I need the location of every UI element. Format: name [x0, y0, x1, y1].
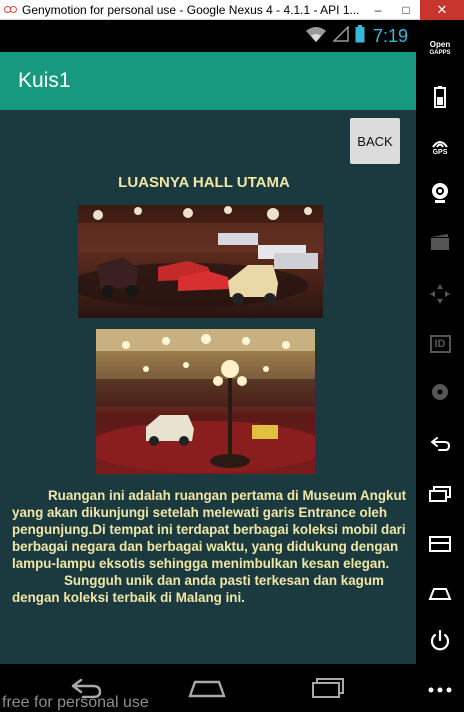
genymotion-logo-icon	[4, 5, 18, 15]
genymotion-toolbar: Open GAPPS GPS ID	[416, 20, 464, 712]
watermark-text: free for personal use	[2, 694, 149, 711]
opengapps-button[interactable]: Open GAPPS	[416, 38, 464, 60]
description-part-2: Sungguh unik dan anda pasti terkesan dan…	[12, 573, 384, 605]
status-bar: 7:19	[0, 20, 416, 52]
screencast-widget-icon[interactable]	[416, 230, 464, 254]
content-area: BACK LUASNYA HALL UTAMA Ruangan ini adal…	[0, 110, 416, 664]
museum-car-hall-photo-2	[96, 329, 315, 474]
nav-recents-icon[interactable]	[309, 674, 349, 702]
id-widget-icon[interactable]: ID	[416, 332, 464, 356]
genymotion-window: Genymotion for personal use - Google Nex…	[0, 0, 464, 712]
back-button[interactable]: BACK	[350, 118, 400, 164]
signal-icon	[332, 24, 349, 47]
more-options-icon[interactable]	[416, 680, 464, 700]
opengapps-sublabel: GAPPS	[429, 50, 451, 56]
page-heading: LUASNYA HALL UTAMA	[0, 174, 416, 191]
back-key-icon[interactable]	[416, 432, 464, 456]
power-key-icon[interactable]	[416, 628, 464, 654]
window-title: Genymotion for personal use - Google Nex…	[22, 2, 360, 17]
gps-label: GPS	[432, 149, 448, 156]
battery-widget-icon[interactable]	[416, 84, 464, 110]
opengapps-label: Open	[429, 40, 451, 49]
window-titlebar: Genymotion for personal use - Google Nex…	[0, 0, 464, 20]
recents-key-icon[interactable]	[416, 482, 464, 506]
close-button[interactable]: ✕	[420, 0, 464, 20]
minimize-button[interactable]: –	[364, 0, 392, 20]
menu-key-icon[interactable]	[416, 532, 464, 556]
action-bar: Kuis1	[0, 52, 416, 110]
museum-car-hall-photo-1	[78, 205, 323, 318]
status-time: 7:19	[372, 25, 408, 46]
home-key-icon[interactable]	[416, 582, 464, 606]
app-title: Kuis1	[18, 69, 71, 92]
webcam-widget-icon[interactable]	[416, 180, 464, 206]
maximize-button[interactable]: □	[392, 0, 420, 20]
gps-widget-icon[interactable]: GPS	[416, 134, 464, 160]
page-heading-text: LUASNYA HALL UTAMA	[118, 174, 290, 191]
disk-widget-icon[interactable]	[416, 380, 464, 404]
nav-home-icon[interactable]	[187, 674, 227, 702]
dpad-widget-icon[interactable]	[416, 282, 464, 306]
description-text: Ruangan ini adalah ruangan pertama di Mu…	[12, 487, 416, 606]
battery-icon	[355, 24, 365, 48]
description-part-1: Ruangan ini adalah ruangan pertama di Mu…	[12, 488, 407, 571]
id-label: ID	[429, 335, 451, 353]
wifi-icon	[305, 26, 327, 47]
